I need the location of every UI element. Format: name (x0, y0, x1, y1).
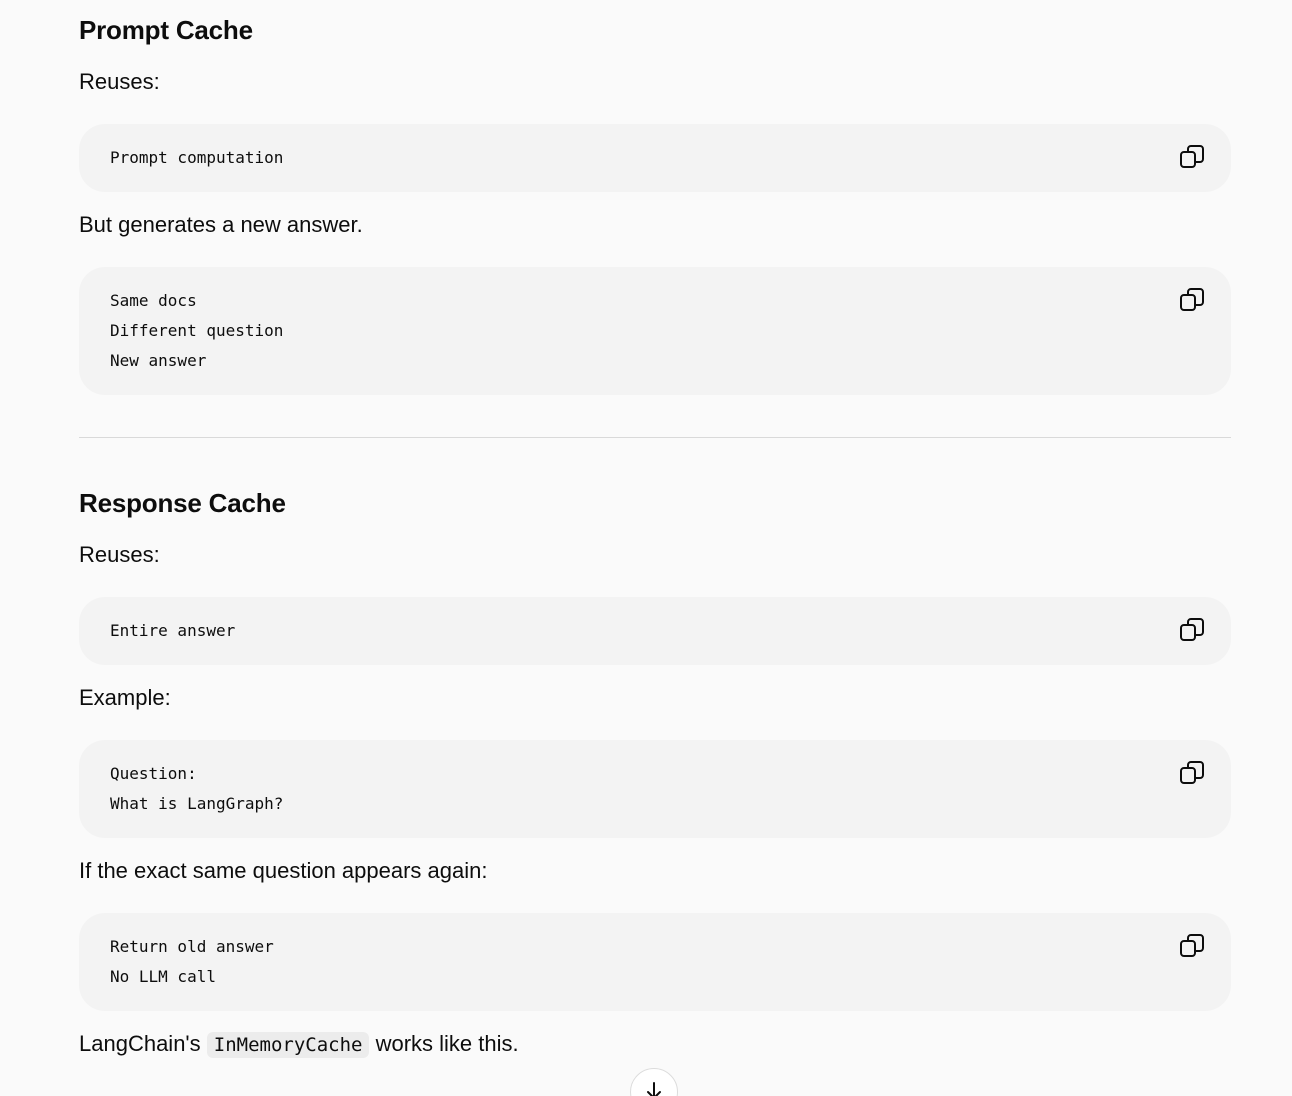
code-line: What is LangGraph? (110, 794, 284, 813)
copy-button[interactable] (1179, 287, 1205, 313)
scroll-to-bottom-button[interactable] (630, 1068, 678, 1096)
copy-button[interactable] (1179, 144, 1205, 170)
code-line: Return old answer (110, 937, 274, 956)
inline-code: InMemoryCache (206, 1032, 370, 1058)
section-heading-prompt-cache: Prompt Cache (79, 15, 253, 45)
copy-button[interactable] (1179, 760, 1205, 786)
paragraph: But generates a new answer. (79, 212, 363, 237)
paragraph: If the exact same question appears again… (79, 858, 488, 883)
code-block: Return old answer No LLM call (79, 913, 1231, 1011)
arrow-down-icon (647, 1082, 661, 1096)
example-label: Example: (79, 685, 171, 710)
copy-icon (1180, 761, 1204, 784)
copy-button[interactable] (1179, 933, 1205, 959)
code-line: Entire answer (110, 621, 236, 640)
code-block: Prompt computation (79, 124, 1231, 192)
reuses-label: Reuses: (79, 69, 160, 94)
code-line: Prompt computation (110, 148, 284, 167)
code-block: Question: What is LangGraph? (79, 740, 1231, 838)
footer-text-after: works like this. (369, 1031, 519, 1056)
section-divider (79, 437, 1231, 438)
code-block: Entire answer (79, 597, 1231, 665)
copy-icon (1180, 934, 1204, 957)
reuses-label: Reuses: (79, 542, 160, 567)
copy-button[interactable] (1179, 617, 1205, 643)
footer-text-before: LangChain's (79, 1031, 207, 1056)
code-block: Same docs Different question New answer (79, 267, 1231, 395)
code-line: Question: (110, 764, 197, 783)
copy-icon (1180, 618, 1204, 641)
code-line: Same docs (110, 291, 197, 310)
code-line: New answer (110, 351, 207, 370)
paragraph: LangChain's InMemoryCache works like thi… (79, 1029, 519, 1060)
code-line: No LLM call (110, 967, 216, 986)
section-heading-response-cache: Response Cache (79, 488, 286, 518)
chat-response-page: Prompt Cache Reuses: Prompt computation … (0, 0, 1292, 1096)
copy-icon (1180, 288, 1204, 311)
code-line: Different question (110, 321, 284, 340)
copy-icon (1180, 145, 1204, 168)
